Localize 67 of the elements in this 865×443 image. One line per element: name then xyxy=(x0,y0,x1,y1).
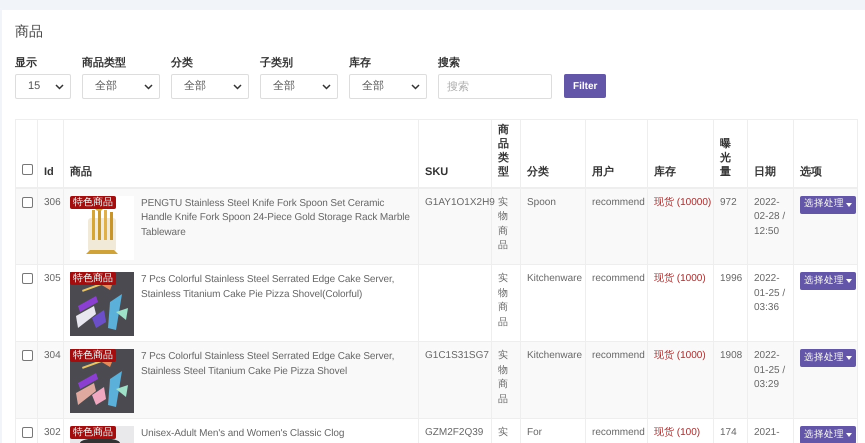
column-header: 商品 xyxy=(70,166,92,178)
table-cell: GZM2F2Q39 xyxy=(425,427,484,438)
table-cell: 304 xyxy=(44,350,61,361)
table-cell: recommend xyxy=(592,350,645,361)
stock-status: 现货 (100) xyxy=(654,427,700,438)
table-cell: 2022-01-25 / 03:36 xyxy=(754,273,786,313)
select-field[interactable]: 全部 xyxy=(349,74,427,99)
product-name[interactable]: Unisex-Adult Men's and Women's Classic Clog xyxy=(141,426,344,443)
product-name[interactable]: 7 Pcs Colorful Stainless Steel Serrated Edge Cake Server, Stainless Steel Titanium Cake Pie Pizza Shovel xyxy=(141,349,412,413)
table-cell: 2022-01-25 / 03:29 xyxy=(754,350,786,390)
product-name[interactable]: PENGTU Stainless Steel Knife Fork Spoon Set Ceramic Handle Knife Fork Spoon 24-Piece Gold Storage Rack Marble Tableware xyxy=(141,196,412,260)
table-cell: 1908 xyxy=(720,350,742,361)
filter-label: 搜索 xyxy=(438,56,461,70)
featured-badge: 特色商品 xyxy=(70,272,116,285)
column-header: 分类 xyxy=(527,166,549,178)
table-cell: 305 xyxy=(44,273,61,284)
column-header: 用户 xyxy=(592,166,614,178)
featured-badge: 特色商品 xyxy=(70,349,116,362)
table-cell-text: 实物商品 xyxy=(498,272,509,330)
featured-badge: 特色商品 xyxy=(70,426,116,439)
search-field[interactable]: 搜索 xyxy=(438,74,552,99)
table-cell: G1AY1O1X2H9 xyxy=(425,196,495,208)
page-title: 商品 xyxy=(15,22,44,40)
table-cell-text: 实物商品 xyxy=(498,196,509,253)
stock-status: 现货 (1000) xyxy=(654,273,706,284)
table-cell: 1996 xyxy=(720,273,742,284)
column-header: 日期 xyxy=(754,166,776,178)
filter-label: 库存 xyxy=(349,56,372,70)
select-field[interactable]: 15 xyxy=(15,74,71,99)
filter-label: 分类 xyxy=(171,56,194,70)
table-cell: G1C1S31SG7 xyxy=(425,350,489,361)
table-cell: 306 xyxy=(44,196,61,208)
table-cell: recommend xyxy=(592,196,645,208)
action-dropdown-button[interactable]: 选择处理 xyxy=(800,349,856,367)
action-dropdown-button[interactable]: 选择处理 xyxy=(800,272,856,290)
table-cell: 972 xyxy=(720,196,737,208)
column-header: Id xyxy=(44,166,54,178)
table-cell-text: 实物商品 xyxy=(498,349,509,406)
stock-status: 现货 (10000) xyxy=(654,196,712,208)
product-name[interactable]: 7 Pcs Colorful Stainless Steel Serrated Edge Cake Server, Stainless Titanium Cake Pie Pizza Shovel(Colorful) xyxy=(141,272,412,336)
table-cell: recommend xyxy=(592,427,645,438)
column-header: SKU xyxy=(425,166,448,178)
action-dropdown-button[interactable]: 选择处理 xyxy=(800,196,856,214)
column-header: 库存 xyxy=(654,166,676,178)
table-cell: Kitchenware xyxy=(527,273,582,284)
table-cell: Spoon xyxy=(527,196,556,208)
select-field[interactable]: 全部 xyxy=(260,74,338,99)
filter-label: 商品类型 xyxy=(82,56,127,70)
table-cell: 302 xyxy=(44,427,61,438)
column-header: 选项 xyxy=(800,166,822,178)
select-field[interactable]: 全部 xyxy=(82,74,160,99)
table-cell: For xyxy=(527,427,542,438)
filter-label: 显示 xyxy=(15,56,38,70)
featured-badge: 特色商品 xyxy=(70,196,116,208)
column-header: 商品类型 xyxy=(498,124,509,178)
action-dropdown-button[interactable]: 选择处理 xyxy=(800,426,856,443)
filter-button[interactable]: Filter xyxy=(564,74,606,98)
table-cell: Kitchenware xyxy=(527,350,582,361)
table-cell: recommend xyxy=(592,273,645,284)
filter-label: 子类别 xyxy=(260,56,294,70)
table-cell-text: 实 xyxy=(498,426,509,440)
column-header: 曝光量 xyxy=(720,138,731,178)
select-field[interactable]: 全部 xyxy=(171,74,249,99)
table-cell: 2021- xyxy=(754,427,780,438)
stock-status: 现货 (1000) xyxy=(654,350,706,361)
table-cell: 174 xyxy=(720,427,737,438)
table-cell: 2022-02-28 / 12:50 xyxy=(754,196,786,236)
